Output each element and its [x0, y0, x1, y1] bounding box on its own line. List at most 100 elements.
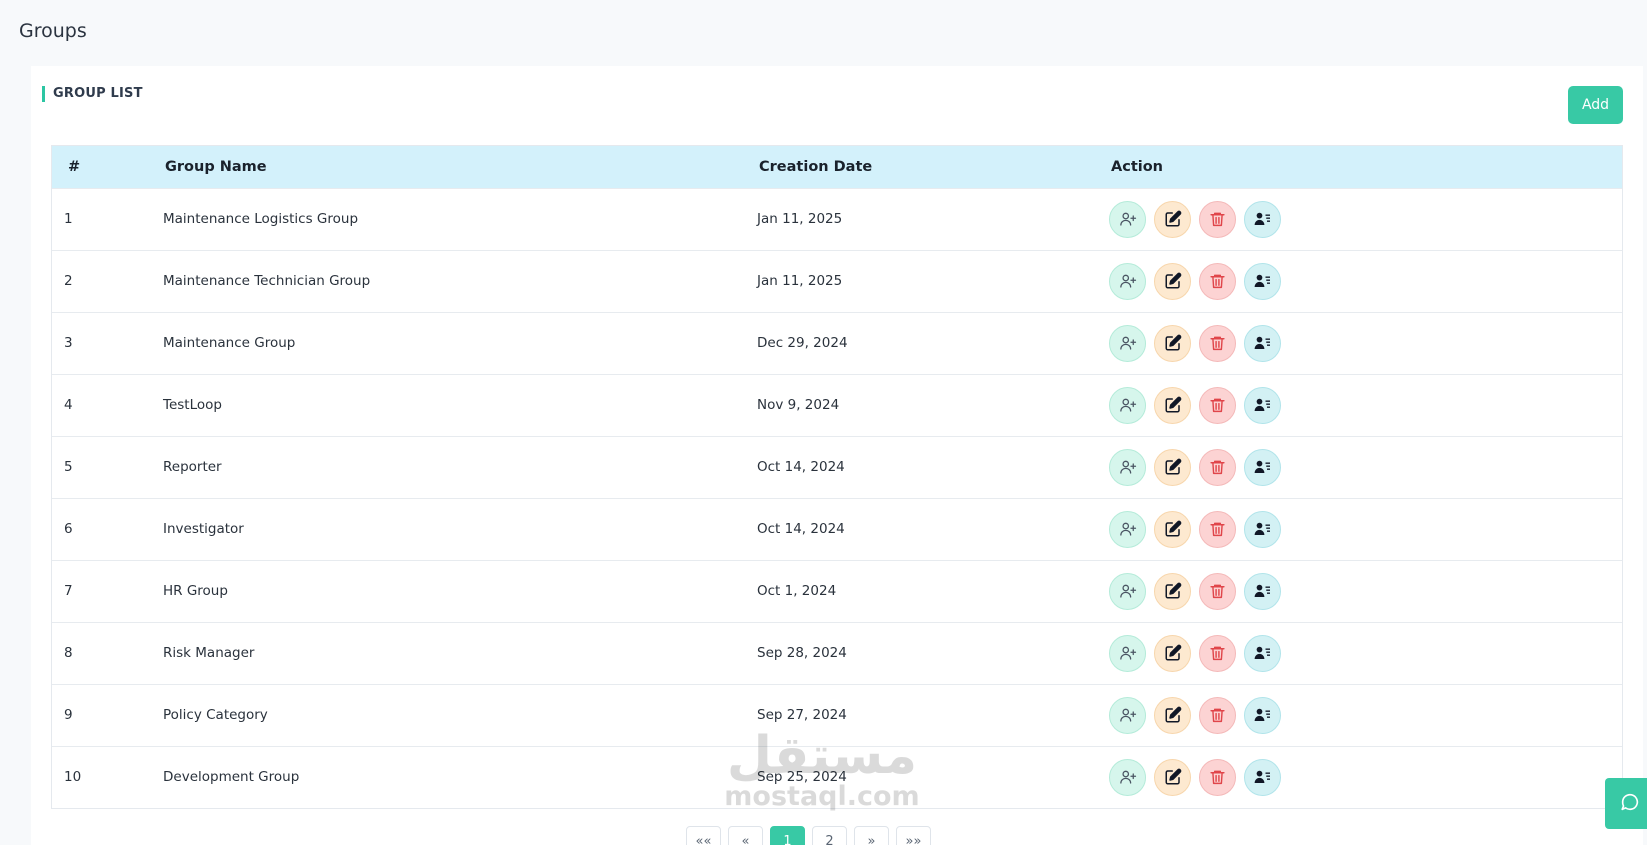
- row-creation-date: Jan 11, 2025: [757, 211, 843, 227]
- row-number: 9: [64, 707, 73, 723]
- view-members-button[interactable]: [1244, 572, 1281, 610]
- action-buttons: [1109, 448, 1622, 486]
- row-creation-date: Oct 14, 2024: [757, 459, 845, 475]
- delete-button[interactable]: [1199, 200, 1236, 238]
- action-buttons: [1109, 324, 1622, 362]
- page: Groups GROUP LIST Add # Group Name Creat…: [0, 0, 1647, 845]
- edit-button[interactable]: [1154, 448, 1191, 486]
- edit-button[interactable]: [1154, 324, 1191, 362]
- add-member-button[interactable]: [1109, 634, 1146, 672]
- chat-button[interactable]: [1605, 778, 1647, 829]
- groups-table: # Group Name Creation Date Action 1 Maint…: [52, 146, 1622, 808]
- add-member-button[interactable]: [1109, 572, 1146, 610]
- row-number: 7: [64, 583, 73, 599]
- trash-icon: [1209, 458, 1226, 476]
- table-row: 5 Reporter Oct 14, 2024: [52, 436, 1622, 498]
- add-user-icon: [1119, 768, 1137, 786]
- row-group-name: Maintenance Logistics Group: [163, 211, 359, 227]
- trash-icon: [1209, 272, 1226, 290]
- edit-button[interactable]: [1154, 634, 1191, 672]
- pagination: «« « 1 2 » »»: [686, 826, 931, 845]
- row-creation-date: Oct 1, 2024: [757, 583, 837, 599]
- table-row: 6 Investigator Oct 14, 2024: [52, 498, 1622, 560]
- action-buttons: [1109, 510, 1622, 548]
- delete-button[interactable]: [1199, 572, 1236, 610]
- row-creation-date: Sep 28, 2024: [757, 645, 847, 661]
- delete-button[interactable]: [1199, 262, 1236, 300]
- edit-button[interactable]: [1154, 200, 1191, 238]
- edit-button[interactable]: [1154, 262, 1191, 300]
- add-member-button[interactable]: [1109, 448, 1146, 486]
- row-group-name: Investigator: [163, 521, 244, 537]
- delete-button[interactable]: [1199, 634, 1236, 672]
- edit-button[interactable]: [1154, 510, 1191, 548]
- add-member-button[interactable]: [1109, 324, 1146, 362]
- delete-button[interactable]: [1199, 510, 1236, 548]
- edit-button[interactable]: [1154, 386, 1191, 424]
- edit-button[interactable]: [1154, 572, 1191, 610]
- action-buttons: [1109, 696, 1622, 734]
- delete-button[interactable]: [1199, 324, 1236, 362]
- row-actions: [1109, 746, 1622, 808]
- edit-icon: [1164, 644, 1182, 662]
- delete-button[interactable]: [1199, 448, 1236, 486]
- table-body: 1 Maintenance Logistics Group Jan 11, 2025…: [52, 188, 1622, 808]
- pagination-page-1[interactable]: 1: [770, 826, 805, 845]
- delete-button[interactable]: [1199, 696, 1236, 734]
- pagination-last[interactable]: »»: [896, 826, 931, 845]
- add-user-icon: [1119, 334, 1137, 352]
- view-members-button[interactable]: [1244, 634, 1281, 672]
- row-actions: [1109, 436, 1622, 498]
- view-members-button[interactable]: [1244, 200, 1281, 238]
- user-list-icon: [1253, 582, 1272, 600]
- view-members-button[interactable]: [1244, 510, 1281, 548]
- add-member-button[interactable]: [1109, 510, 1146, 548]
- action-buttons: [1109, 758, 1622, 796]
- row-actions: [1109, 684, 1622, 746]
- table-row: 3 Maintenance Group Dec 29, 2024: [52, 312, 1622, 374]
- add-member-button[interactable]: [1109, 758, 1146, 796]
- card-title: GROUP LIST: [42, 86, 143, 102]
- row-group-name: HR Group: [163, 583, 228, 599]
- delete-button[interactable]: [1199, 386, 1236, 424]
- group-list-card: GROUP LIST Add # Group Name Creation Dat…: [31, 66, 1643, 845]
- view-members-button[interactable]: [1244, 448, 1281, 486]
- row-creation-date: Nov 9, 2024: [757, 397, 840, 413]
- row-actions: [1109, 188, 1622, 250]
- add-member-button[interactable]: [1109, 386, 1146, 424]
- view-members-button[interactable]: [1244, 386, 1281, 424]
- pagination-page-2[interactable]: 2: [812, 826, 847, 845]
- pagination-prev[interactable]: «: [728, 826, 763, 845]
- trash-icon: [1209, 706, 1226, 724]
- edit-button[interactable]: [1154, 758, 1191, 796]
- edit-icon: [1164, 210, 1182, 228]
- view-members-button[interactable]: [1244, 262, 1281, 300]
- row-number: 10: [64, 769, 82, 786]
- header-action: Action: [1111, 158, 1164, 175]
- add-member-button[interactable]: [1109, 262, 1146, 300]
- add-member-button[interactable]: [1109, 696, 1146, 734]
- add-member-button[interactable]: [1109, 200, 1146, 238]
- add-group-button[interactable]: Add: [1568, 86, 1623, 124]
- add-user-icon: [1119, 210, 1137, 228]
- action-buttons: [1109, 572, 1622, 610]
- view-members-button[interactable]: [1244, 758, 1281, 796]
- delete-button[interactable]: [1199, 758, 1236, 796]
- groups-table-container: # Group Name Creation Date Action 1 Maint…: [51, 145, 1623, 809]
- user-list-icon: [1253, 210, 1272, 228]
- row-actions: [1109, 622, 1622, 684]
- pagination-first[interactable]: ««: [686, 826, 721, 845]
- user-list-icon: [1253, 396, 1272, 414]
- table-row: 2 Maintenance Technician Group Jan 11, 202…: [52, 250, 1622, 312]
- trash-icon: [1209, 210, 1226, 228]
- row-number: 6: [64, 521, 73, 537]
- row-group-name: Risk Manager: [163, 645, 255, 661]
- view-members-button[interactable]: [1244, 324, 1281, 362]
- edit-button[interactable]: [1154, 696, 1191, 734]
- table-row: 1 Maintenance Logistics Group Jan 11, 2025: [52, 188, 1622, 250]
- row-actions: [1109, 498, 1622, 560]
- view-members-button[interactable]: [1244, 696, 1281, 734]
- pagination-next[interactable]: »: [854, 826, 889, 845]
- row-group-name: Policy Category: [163, 707, 268, 723]
- row-number: 1: [64, 211, 73, 227]
